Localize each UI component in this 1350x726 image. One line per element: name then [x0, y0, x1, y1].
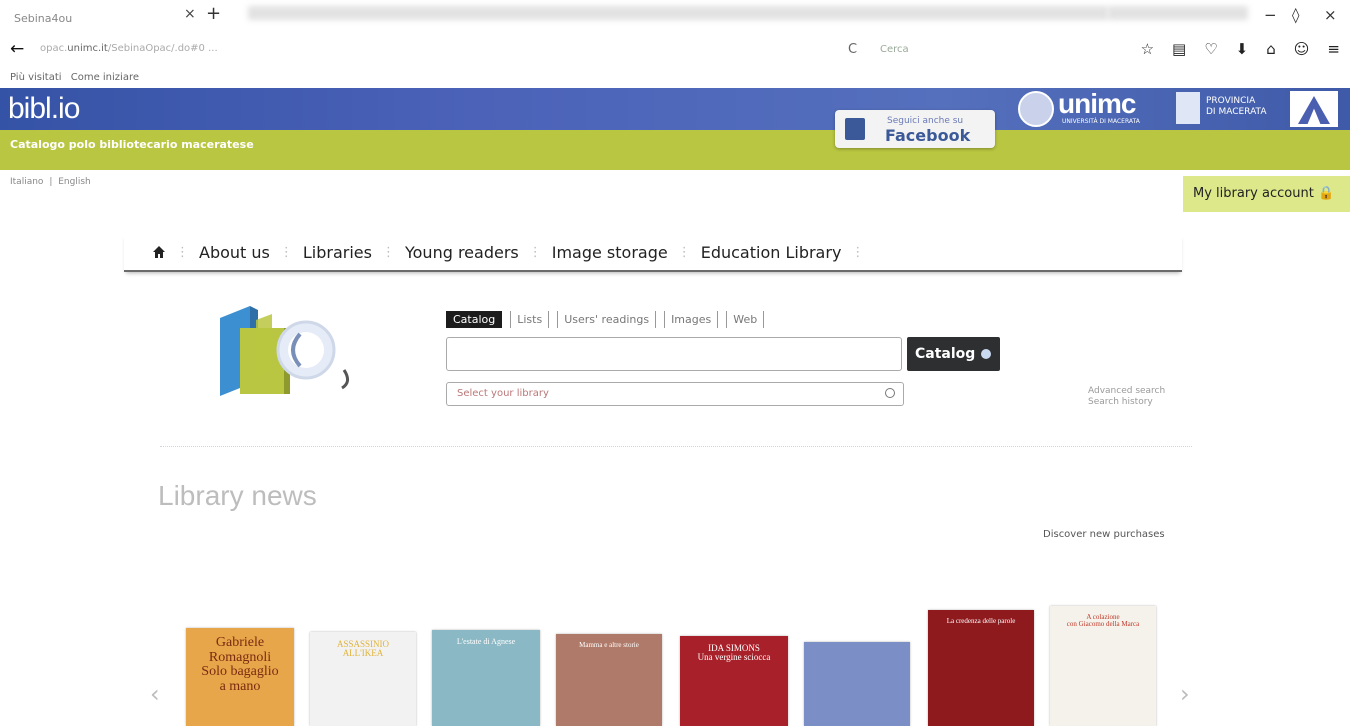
tab-catalog[interactable]: Catalog — [446, 311, 503, 328]
nav-young-readers[interactable]: Young readers — [405, 243, 519, 262]
arrow-circle-icon — [981, 349, 992, 359]
discover-new-purchases-link[interactable]: Discover new purchases — [1043, 529, 1165, 540]
minimize-icon[interactable]: − — [1264, 6, 1277, 24]
browser-toolbar: ☆ ▤ ♡ ⬇ ⌂ ☺ ≡ — [1141, 40, 1340, 58]
divider — [160, 446, 1192, 447]
restore-icon[interactable]: ◊ — [1292, 6, 1299, 24]
book-title: L'estate di Agnese — [456, 637, 516, 646]
book-title: La credenza delle parole — [946, 617, 1016, 625]
site-header: bibl.io unimc UNIVERSITÀ DI MACERATA PRO… — [0, 88, 1350, 212]
facebook-icon — [845, 118, 865, 140]
clipboard-icon[interactable]: ▤ — [1172, 40, 1186, 58]
nav-about-us[interactable]: About us — [199, 243, 270, 262]
carousel-prev-icon[interactable]: ‹ — [150, 680, 160, 708]
back-icon[interactable]: ← — [10, 39, 24, 59]
browser-tab[interactable]: Sebina4ou — [4, 4, 234, 32]
reload-icon[interactable]: C — [848, 42, 857, 57]
unimc-logo[interactable]: unimc — [1058, 88, 1136, 120]
facebook-button[interactable]: Seguici anche su Facebook — [835, 110, 995, 148]
tab-web[interactable]: Web — [726, 311, 765, 328]
blurred-region — [248, 6, 1108, 20]
site-subtitle: Catalogo polo bibliotecario maceratese — [10, 138, 254, 151]
catalog-search-button[interactable]: Catalog — [907, 337, 1000, 371]
book-cover[interactable]: Gabriele Romagnoli Solo bagaglio a mano — [186, 628, 294, 726]
library-select[interactable]: Select your library — [446, 382, 904, 406]
download-icon[interactable]: ⬇ — [1236, 40, 1249, 58]
url-path: /SebinaOpac/.do#0 ... — [107, 43, 218, 54]
home-icon[interactable]: ⌂ — [1266, 40, 1276, 58]
header-banner: bibl.io unimc UNIVERSITÀ DI MACERATA PRO… — [0, 88, 1350, 130]
facebook-label: Facebook — [885, 126, 971, 145]
browser-tab-bar: Sebina4ou × + − ◊ × — [0, 0, 1350, 36]
book-cover[interactable]: L'estate di Agnese — [432, 630, 540, 726]
carousel-next-icon[interactable]: › — [1180, 680, 1190, 708]
search-tabs: Catalog Lists Users' readings Images Web — [446, 311, 765, 328]
lock-icon: 🔒 — [1317, 186, 1335, 201]
book-title: A colazione con Giacomo della Marca — [1066, 613, 1140, 629]
header-subbar: Catalogo polo bibliotecario maceratese M… — [0, 130, 1350, 212]
address-bar: ← opac.unimc.it/SebinaOpac/.do#0 ... C C… — [0, 36, 1350, 72]
advanced-search-link[interactable]: Advanced search — [1088, 386, 1165, 397]
smiley-icon[interactable]: ☺ — [1294, 40, 1310, 58]
search-button-label: Catalog — [915, 346, 976, 362]
nav-separator: ⋮ — [381, 244, 395, 260]
search-history-link[interactable]: Search history — [1088, 397, 1165, 408]
book-cover[interactable]: La credenza delle parole — [928, 610, 1034, 726]
browser-search-field[interactable]: Cerca — [880, 44, 909, 55]
bookmark-most-visited[interactable]: Più visitati — [10, 72, 62, 83]
book-cover[interactable]: Mamma e altre storie — [556, 634, 662, 726]
book-title: Gabriele Romagnoli Solo bagaglio a mano — [201, 635, 279, 695]
home-nav-icon[interactable] — [152, 245, 166, 259]
provincia-crest-icon — [1176, 92, 1200, 124]
book-title: Mamma e altre storie — [579, 641, 639, 649]
main-navigation: ⋮ About us ⋮ Libraries ⋮ Young readers ⋮… — [124, 234, 1182, 272]
close-tab-icon[interactable]: × — [184, 6, 196, 22]
unimc-seal-icon — [1018, 91, 1054, 127]
menu-icon[interactable]: ≡ — [1327, 40, 1340, 58]
nav-image-storage[interactable]: Image storage — [552, 243, 668, 262]
lang-italiano[interactable]: Italiano — [10, 177, 43, 187]
chevron-down-icon — [885, 388, 895, 398]
nav-separator: ⋮ — [677, 244, 691, 260]
catalog-books-icon — [220, 306, 349, 396]
tab-title: Sebina4ou — [14, 12, 73, 25]
url-domain: unimc.it — [67, 43, 108, 54]
nav-separator: ⋮ — [176, 244, 189, 260]
url-field[interactable]: opac.unimc.it/SebinaOpac/.do#0 ... — [40, 43, 218, 54]
search-links: Advanced search Search history — [1088, 386, 1165, 408]
tab-users-readings[interactable]: Users' readings — [557, 311, 657, 328]
book-cover[interactable] — [804, 642, 910, 726]
star-icon[interactable]: ☆ — [1141, 40, 1154, 58]
unimc-subtitle: UNIVERSITÀ DI MACERATA — [1062, 118, 1140, 125]
account-label: My library account — [1193, 186, 1314, 201]
site-logo[interactable]: bibl.io — [8, 92, 80, 126]
bookmark-getting-started[interactable]: Come iniziare — [71, 72, 139, 83]
book-title: IDA SIMONS Una vergine sciocca — [697, 643, 771, 663]
book-cover[interactable]: A colazione con Giacomo della Marca — [1050, 606, 1156, 726]
library-select-placeholder: Select your library — [457, 388, 549, 399]
library-news-heading: Library news — [158, 480, 317, 511]
provincia-logo[interactable]: PROVINCIA DI MACERATA — [1206, 96, 1266, 118]
language-switch: Italiano | English — [10, 177, 94, 187]
url-prefix: opac. — [40, 43, 68, 54]
catalog-search-input[interactable] — [446, 337, 902, 371]
book-cover[interactable]: ASSASSINIO ALL'IKEA — [310, 632, 416, 726]
nav-separator: ⋮ — [851, 244, 865, 260]
my-library-account-button[interactable]: My library account 🔒 — [1183, 176, 1350, 212]
book-cover[interactable]: IDA SIMONS Una vergine sciocca — [680, 636, 788, 726]
nav-separator: ⋮ — [528, 244, 542, 260]
lang-english[interactable]: English — [58, 177, 91, 187]
nav-separator: ⋮ — [279, 244, 293, 260]
nav-education-library[interactable]: Education Library — [701, 243, 842, 262]
new-tab-icon[interactable]: + — [206, 3, 221, 24]
book-title: ASSASSINIO ALL'IKEA — [336, 639, 389, 659]
blurred-region — [1108, 6, 1248, 20]
pocket-icon[interactable]: ♡ — [1204, 40, 1217, 58]
nav-libraries[interactable]: Libraries — [303, 243, 372, 262]
lang-separator: | — [49, 177, 53, 187]
close-window-icon[interactable]: × — [1324, 6, 1337, 24]
facebook-small-label: Seguici anche su — [887, 116, 964, 126]
tab-lists[interactable]: Lists — [510, 311, 550, 328]
tab-images[interactable]: Images — [664, 311, 719, 328]
